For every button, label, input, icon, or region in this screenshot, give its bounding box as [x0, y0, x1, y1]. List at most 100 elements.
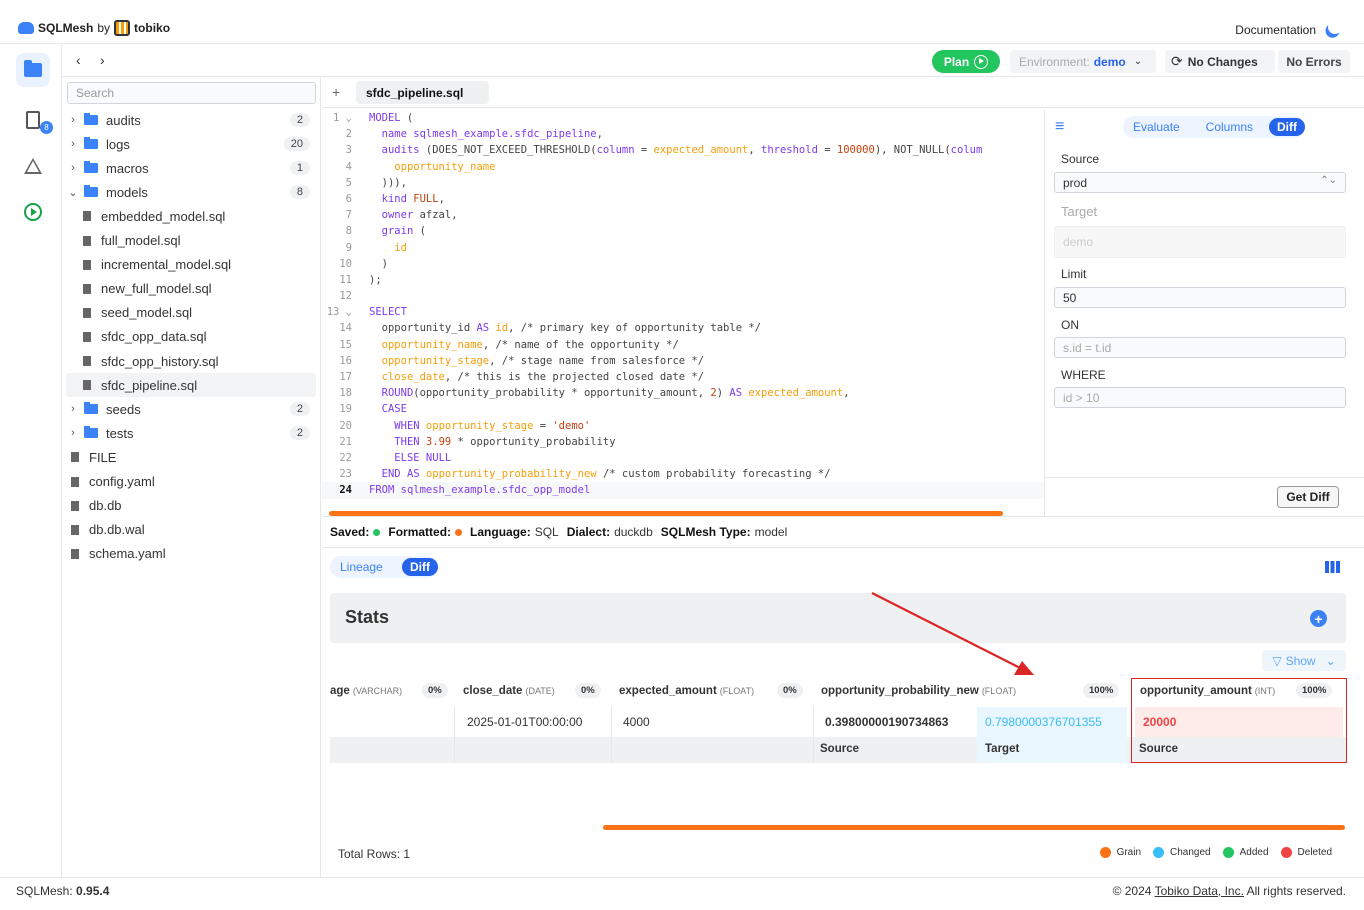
code-line[interactable]: 3 audits (DOES_NOT_EXCEED_THRESHOLD(colu… — [322, 142, 1044, 158]
chevron-right-icon[interactable]: › — [66, 114, 80, 126]
get-diff-button[interactable]: Get Diff — [1277, 486, 1339, 508]
no-errors-button[interactable]: No Errors — [1278, 50, 1350, 73]
file-icon — [83, 380, 91, 391]
code-line[interactable]: 13 ⌄ SELECT — [322, 304, 1044, 320]
tab-columns[interactable]: Columns — [1196, 120, 1263, 134]
back-button[interactable]: ‹ — [76, 52, 81, 68]
code-line[interactable]: 8 grain ( — [322, 223, 1044, 239]
dark-mode-icon[interactable] — [1325, 17, 1344, 36]
code-editor[interactable]: 1 ⌄ MODEL (2 name sqlmesh_example.sfdc_pi… — [322, 110, 1044, 510]
file-item[interactable]: new_full_model.sql — [66, 277, 316, 301]
errors-button[interactable] — [16, 149, 50, 183]
file-item[interactable]: embedded_model.sql — [66, 204, 316, 228]
on-input[interactable]: s.id = t.id — [1054, 337, 1346, 358]
code-line[interactable]: 6 kind FULL, — [322, 191, 1044, 207]
code-line[interactable]: 24 FROM sqlmesh_example.sfdc_opp_model — [322, 482, 1044, 499]
tab-bottom-diff[interactable]: Diff — [402, 558, 438, 576]
code-line[interactable]: 23 END AS opportunity_probability_new /*… — [322, 466, 1044, 482]
menu-icon[interactable]: ≡ — [1055, 118, 1064, 136]
code-line[interactable]: 15 opportunity_name, /* name of the oppo… — [322, 337, 1044, 353]
file-item[interactable]: db.db.wal — [66, 518, 316, 542]
file-item[interactable]: schema.yaml — [66, 542, 316, 566]
code-line[interactable]: 19 CASE — [322, 401, 1044, 417]
folder-item[interactable]: › seeds 2 — [66, 397, 316, 421]
code-line[interactable]: 12 — [322, 288, 1044, 304]
col-header-age[interactable]: age (VARCHAR) 0% — [330, 677, 450, 705]
chevron-down-icon[interactable]: ⌄ — [66, 186, 80, 199]
target-input[interactable]: demo — [1054, 226, 1346, 258]
code-line[interactable]: 20 WHEN opportunity_stage = 'demo' — [322, 418, 1044, 434]
file-item[interactable]: incremental_model.sql — [66, 253, 316, 277]
col-name: expected_amount — [619, 685, 717, 697]
code-line[interactable]: 10 ) — [322, 256, 1044, 272]
table-horizontal-scrollbar[interactable] — [603, 825, 1345, 830]
chevron-right-icon[interactable]: › — [66, 403, 80, 415]
file-item[interactable]: sfdc_opp_data.sql — [66, 325, 316, 349]
line-number: 5 — [345, 176, 352, 189]
expand-plus-icon[interactable]: + — [1310, 610, 1327, 627]
brand-by: by — [97, 21, 111, 35]
code-line[interactable]: 1 ⌄ MODEL ( — [322, 110, 1044, 126]
file-item[interactable]: db.db — [66, 494, 316, 518]
documentation-link[interactable]: Documentation — [1235, 23, 1316, 37]
code-line[interactable]: 17 close_date, /* this is the projected … — [322, 369, 1044, 385]
code-line[interactable]: 9 id — [322, 240, 1044, 256]
footer: SQLMesh: 0.95.4 © 2024 Tobiko Data, Inc.… — [0, 877, 1364, 910]
file-icon — [71, 476, 79, 487]
file-item[interactable]: sfdc_opp_history.sql — [66, 349, 316, 373]
show-button[interactable]: ▽ Show ⌄ — [1262, 650, 1346, 671]
tab-evaluate[interactable]: Evaluate — [1123, 120, 1190, 134]
code-line[interactable]: 7 owner afzal, — [322, 207, 1044, 223]
where-input[interactable]: id > 10 — [1054, 387, 1346, 408]
file-item[interactable]: FILE — [66, 445, 316, 469]
forward-button[interactable]: › — [100, 52, 105, 68]
code-line[interactable]: 21 THEN 3.99 * opportunity_probability — [322, 434, 1044, 450]
code-line[interactable]: 2 name sqlmesh_example.sfdc_pipeline, — [322, 126, 1044, 142]
files-button[interactable] — [16, 53, 50, 87]
folder-item[interactable]: ⌄ models 8 — [66, 180, 316, 204]
company-link[interactable]: Tobiko Data, Inc. — [1155, 884, 1244, 898]
columns-icon[interactable] — [1325, 561, 1340, 573]
cell-prob-target: 0.7980000376701355 — [977, 707, 1127, 737]
col-header-close-date[interactable]: close_date (DATE) 0% — [463, 677, 613, 705]
code-line[interactable]: 4 opportunity_name — [322, 159, 1044, 175]
code-line[interactable]: 14 opportunity_id AS id, /* primary key … — [322, 320, 1044, 336]
no-changes-button[interactable]: ⟳ No Changes — [1165, 50, 1275, 73]
highlight-box — [1131, 678, 1347, 763]
col-header-expected-amount[interactable]: expected_amount (FLOAT) 0% — [619, 677, 809, 705]
tab-lineage[interactable]: Lineage — [330, 560, 393, 574]
line-number: 4 — [345, 160, 352, 173]
tree-item-label: db.db.wal — [89, 522, 145, 538]
code-text: name sqlmesh_example.sfdc_pipeline, — [381, 128, 603, 141]
source-select[interactable]: prod ⌃⌄ — [1054, 172, 1346, 193]
chevron-right-icon[interactable]: › — [66, 427, 80, 439]
limit-input[interactable]: 50 — [1054, 287, 1346, 308]
file-item[interactable]: full_model.sql — [66, 229, 316, 253]
code-line[interactable]: 16 opportunity_stage, /* stage name from… — [322, 353, 1044, 369]
new-tab-button[interactable]: + — [332, 84, 340, 100]
plan-button[interactable]: Plan — [932, 50, 1000, 73]
search-input[interactable]: Search — [67, 82, 316, 104]
tab-sfdc-pipeline[interactable]: sfdc_pipeline.sql — [356, 81, 489, 104]
folder-icon — [84, 113, 98, 125]
environment-select[interactable]: Environment: demo ⌄ — [1010, 50, 1156, 73]
plan-rail-button[interactable] — [16, 195, 50, 229]
folder-item[interactable]: › tests 2 — [66, 421, 316, 445]
chevron-right-icon[interactable]: › — [66, 162, 80, 174]
code-line[interactable]: 22 ELSE NULL — [322, 450, 1044, 466]
file-item[interactable]: seed_model.sql — [66, 301, 316, 325]
file-item[interactable]: config.yaml — [66, 470, 316, 494]
file-item[interactable]: sfdc_pipeline.sql — [66, 373, 316, 398]
folder-item[interactable]: › macros 1 — [66, 156, 316, 180]
brand[interactable]: SQLMesh by tobiko — [18, 20, 170, 36]
tab-diff[interactable]: Diff — [1269, 118, 1305, 136]
chevron-right-icon[interactable]: › — [66, 138, 80, 150]
code-line[interactable]: 11); — [322, 272, 1044, 288]
code-line[interactable]: 5 ))), — [322, 175, 1044, 191]
legend-dot — [1153, 847, 1165, 858]
folder-item[interactable]: › logs 20 — [66, 132, 316, 156]
code-line[interactable]: 18 ROUND(opportunity_probability * oppor… — [322, 385, 1044, 401]
folder-item[interactable]: › audits 2 — [66, 108, 316, 132]
code-text: ) — [369, 257, 388, 270]
docs-button[interactable]: 8 — [16, 103, 53, 137]
